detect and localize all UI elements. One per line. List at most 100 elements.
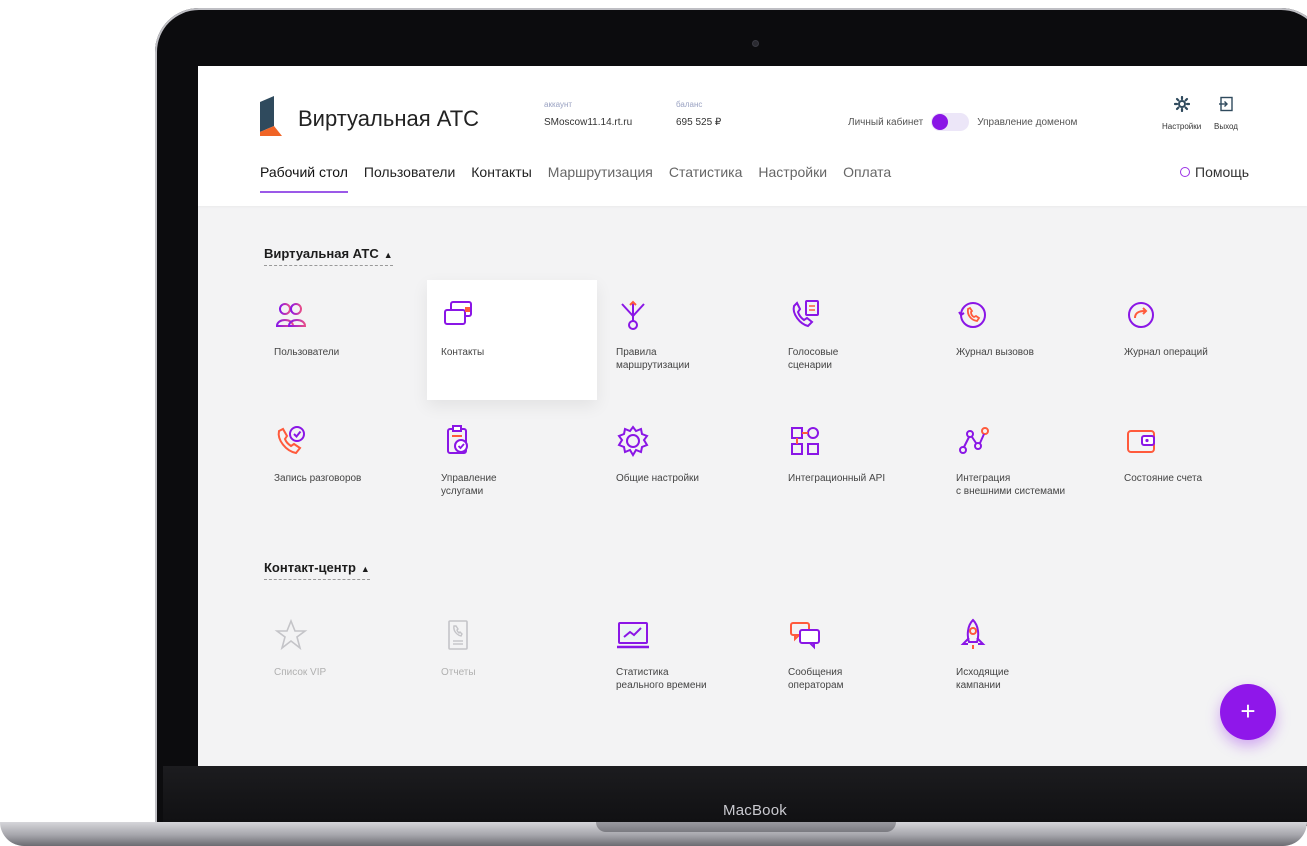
call-log-icon	[958, 302, 986, 328]
laptop-brand-label: MacBook	[723, 802, 787, 819]
tile-label: Список VIP	[274, 667, 327, 678]
realtime-stats-icon	[617, 622, 649, 649]
nav-item-users[interactable]: Пользователи	[364, 164, 455, 192]
tile-operator-messages[interactable]: Сообщения операторам	[774, 600, 944, 720]
settings-button[interactable]: Настройки	[1162, 96, 1201, 134]
nav-label: Маршрутизация	[547, 164, 653, 180]
tile-external-integration[interactable]: Интеграция с внешними системами	[942, 406, 1112, 526]
tile-account-status[interactable]: Состояние счета	[1110, 406, 1280, 526]
balance-block: баланс 695 525 ₽	[676, 100, 721, 130]
mode-toggle-area: Личный кабинет Управление доменом	[848, 113, 1077, 131]
services-icon	[447, 425, 468, 454]
nav-label: Пользователи	[363, 164, 456, 180]
account-block: аккаунт SMoscow11.14.rt.ru	[544, 100, 632, 130]
nav-label: Оплата	[843, 164, 892, 180]
wallet-icon	[1127, 430, 1155, 453]
tile-label: Правила маршрутизации	[616, 347, 690, 371]
nav-item-settings[interactable]: Настройки	[758, 164, 827, 192]
toggle-right-label: Управление доменом	[977, 116, 1078, 128]
rocket-icon	[960, 618, 986, 649]
logout-label: Выход	[1214, 122, 1238, 131]
section-title-contact-center[interactable]: Контакт-центр ▲	[264, 560, 370, 580]
tile-call-log[interactable]: Журнал вызовов	[942, 280, 1112, 400]
operations-log-icon	[1128, 302, 1154, 328]
users-icon	[275, 303, 307, 327]
tile-operations-log[interactable]: Журнал операций	[1110, 280, 1280, 400]
section-title-text: Виртуальная АТС	[264, 246, 379, 261]
tile-call-recording[interactable]: Запись разговоров	[260, 406, 430, 526]
nav-item-desktop[interactable]: Рабочий стол	[260, 164, 348, 193]
tile-realtime-stats[interactable]: Статистика реального времени	[602, 600, 772, 720]
tile-label: Журнал вызовов	[956, 347, 1034, 358]
add-fab-button[interactable]: +	[1220, 684, 1276, 740]
tile-services[interactable]: Управление услугами	[427, 406, 597, 526]
gear-icon	[617, 425, 649, 457]
app-title: Виртуальная АТС	[298, 106, 480, 131]
nav-item-routing[interactable]: Маршрутизация	[548, 164, 653, 192]
tile-reports[interactable]: Отчеты	[427, 600, 597, 720]
section-title-text: Контакт-центр	[264, 560, 356, 575]
tile-routing-rules[interactable]: Правила маршрутизации	[602, 280, 772, 400]
collapse-caret-icon: ▲	[383, 250, 393, 260]
help-icon	[1180, 167, 1190, 177]
settings-label: Настройки	[1162, 122, 1202, 131]
tile-users[interactable]: Пользователи	[260, 280, 430, 400]
nav-item-statistics[interactable]: Статистика	[669, 164, 743, 192]
routing-icon	[621, 300, 645, 330]
tile-label: Контакты	[441, 347, 485, 358]
laptop-base-notch	[596, 822, 896, 832]
tile-label: Голосовые сценарии	[788, 347, 839, 371]
tile-voice-scenarios[interactable]: Голосовые сценарии	[774, 280, 944, 400]
app-header: Виртуальная АТС аккаунт SMoscow11.14.rt.…	[198, 66, 1307, 206]
tile-general-settings[interactable]: Общие настройки	[602, 406, 772, 526]
app-screen: Виртуальная АТС аккаунт SMoscow11.14.rt.…	[198, 66, 1307, 766]
tile-outbound-campaigns[interactable]: Исходящие кампании	[942, 600, 1112, 720]
tile-label: Статистика реального времени	[616, 667, 707, 691]
tile-label: Интеграция с внешними системами	[956, 473, 1066, 497]
tile-contacts[interactable]: Контакты	[427, 280, 597, 400]
api-icon	[791, 427, 819, 455]
nav-label: Статистика	[668, 164, 743, 180]
tile-label: Интеграционный API	[788, 473, 886, 484]
messages-icon	[790, 622, 820, 650]
logo-icon	[260, 96, 282, 136]
star-icon	[274, 618, 308, 651]
collapse-caret-icon: ▲	[360, 564, 370, 574]
tile-label: Исходящие кампании	[956, 667, 1010, 691]
tile-label: Общие настройки	[616, 473, 699, 484]
tile-label: Сообщения операторам	[788, 667, 844, 691]
toggle-knob	[932, 114, 949, 130]
voice-scenario-icon	[792, 300, 819, 328]
tile-vip-list[interactable]: Список VIP	[260, 600, 430, 720]
nav-item-contacts[interactable]: Контакты	[471, 164, 531, 192]
report-icon	[448, 620, 468, 650]
contacts-icon	[444, 301, 472, 325]
balance-label: баланс	[676, 100, 703, 109]
toggle-left-label: Личный кабинет	[848, 116, 924, 128]
balance-value: 695 525 ₽	[676, 117, 722, 128]
nav-label: Настройки	[758, 164, 828, 180]
call-recording-icon	[277, 426, 305, 455]
nav-active-underline	[260, 191, 348, 193]
camera-dot	[752, 40, 759, 47]
tile-label: Журнал операций	[1124, 347, 1208, 358]
logout-icon	[1218, 96, 1233, 112]
tile-label: Отчеты	[441, 667, 476, 678]
nav-item-payment[interactable]: Оплата	[843, 164, 891, 192]
tile-label: Состояние счета	[1124, 473, 1203, 484]
account-value: SMoscow11.14.rt.ru	[544, 117, 633, 128]
nav-label: Контакты	[471, 164, 532, 180]
account-label: аккаунт	[544, 100, 573, 109]
logout-button[interactable]: Выход	[1214, 96, 1238, 134]
section-title-vats[interactable]: Виртуальная АТС ▲	[264, 246, 393, 266]
integration-icon	[959, 427, 989, 454]
main-nav: Рабочий стол Пользователи Контакты Маршр…	[260, 164, 907, 193]
tile-label: Запись разговоров	[274, 473, 362, 484]
tile-label: Управление услугами	[441, 473, 497, 497]
settings-gear-icon	[1173, 96, 1190, 112]
tile-label: Пользователи	[274, 347, 340, 358]
help-link[interactable]: Помощь	[1180, 164, 1249, 180]
help-label: Помощь	[1195, 164, 1250, 180]
tile-integration-api[interactable]: Интеграционный API	[774, 406, 944, 526]
mode-toggle[interactable]	[931, 113, 970, 131]
